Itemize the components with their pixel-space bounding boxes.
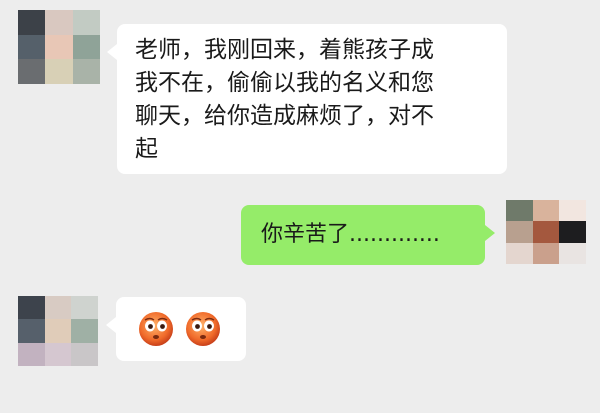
message-text: 你辛苦了............. (261, 222, 440, 247)
incoming-emoji-bubble[interactable] (106, 297, 246, 361)
self-avatar[interactable] (506, 200, 586, 264)
contact-avatar[interactable] (18, 296, 98, 366)
incoming-message-bubble[interactable]: 老师，我刚回来，着熊孩子成 我不在，偷偷以我的名义和您 聊天，给你造成麻烦了，对… (107, 24, 507, 174)
message-text-line: 起 (135, 136, 158, 162)
flushed-face-icon (139, 312, 173, 346)
message-text-line: 老师，我刚回来，着熊孩子成 (135, 37, 434, 63)
outgoing-message-bubble[interactable]: 你辛苦了............. (241, 205, 495, 265)
message-text-line: 我不在，偷偷以我的名义和您 (135, 70, 434, 96)
flushed-face-icon (186, 312, 221, 346)
contact-avatar[interactable] (18, 10, 100, 84)
message-text-line: 聊天，给你造成麻烦了，对不 (135, 103, 434, 129)
